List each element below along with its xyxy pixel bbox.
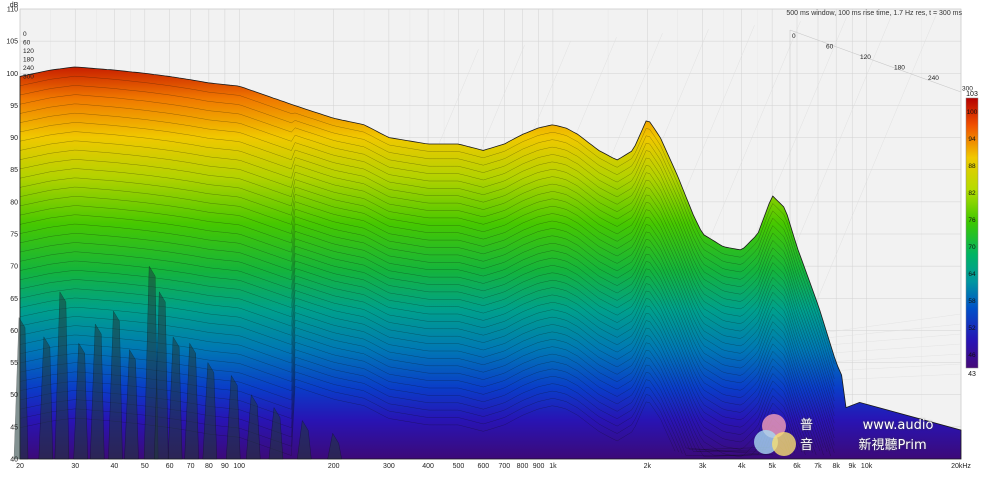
x-tick-label: 7k	[814, 463, 822, 470]
colorbar-tick: 58	[968, 298, 976, 305]
time-label-back: 60	[826, 44, 834, 51]
colorbar-tick: 76	[968, 217, 976, 224]
time-label-left: 300	[23, 74, 34, 81]
time-label-left: 0	[23, 31, 27, 38]
time-label-back: 240	[928, 75, 939, 82]
y-tick-label: 95	[10, 103, 18, 110]
colorbar-min: 43	[968, 371, 976, 378]
y-tick-label: 80	[10, 199, 18, 206]
time-label-back: 120	[860, 54, 871, 61]
y-axis-unit: dB	[10, 2, 19, 9]
y-tick-label: 50	[10, 392, 18, 399]
measurement-info: 500 ms window, 100 ms rise time, 1.7 Hz …	[786, 10, 962, 17]
x-tick-label: 50	[141, 463, 149, 470]
time-label-left: 60	[23, 40, 31, 47]
x-tick-label: 400	[422, 463, 434, 470]
x-tick-label: 60	[166, 463, 174, 470]
y-tick-label: 60	[10, 328, 18, 335]
colorbar-max: 103	[966, 91, 978, 98]
x-tick-label: 9k	[849, 463, 857, 470]
waterfall-chart: 20 30 40 50 60 70 80 90 100 200 300 400 500 600 700 800…	[0, 0, 1000, 472]
watermark: 普 www.audio 音 新視聽Prim	[752, 412, 988, 458]
x-tick-label: 700	[498, 463, 510, 470]
y-tick-label: 105	[6, 39, 18, 46]
colorbar-tick: 94	[968, 136, 976, 143]
x-tick-label: 30	[71, 463, 79, 470]
x-tick-label: 3k	[699, 463, 707, 470]
watermark-text-1: 普 www.audio	[800, 418, 934, 433]
y-tick-label: 90	[10, 135, 18, 142]
x-tick-label: 100	[233, 463, 245, 470]
waterfall-svg: 20 30 40 50 60 70 80 90 100 200 300 400 500 600 700 800…	[6, 2, 979, 470]
y-tick-label: 75	[10, 232, 18, 239]
x-tick-label: 10k	[861, 463, 873, 470]
x-tick-label: 6k	[793, 463, 801, 470]
colorbar: 103 43 100 94 88 82 76 70 64 58 52 46	[965, 91, 979, 378]
x-tick-label: 900	[533, 463, 545, 470]
colorbar-tick: 46	[968, 352, 976, 359]
time-label-left: 120	[23, 48, 34, 55]
x-tick-label: 1k	[549, 463, 557, 470]
y-tick-label: 100	[6, 71, 18, 78]
colorbar-tick: 52	[968, 325, 976, 332]
colorbar-tick: 88	[968, 163, 976, 170]
colorbar-tick: 100	[967, 109, 978, 116]
colorbar-tick: 82	[968, 190, 976, 197]
y-tick-label: 70	[10, 264, 18, 271]
time-label-back: 180	[894, 65, 905, 72]
y-tick-label: 40	[10, 457, 18, 464]
x-tick-label: 80	[205, 463, 213, 470]
time-label-left: 180	[23, 57, 34, 64]
time-label-back: 0	[792, 33, 796, 40]
colorbar-tick: 64	[968, 271, 976, 278]
x-tick-label: 300	[383, 463, 395, 470]
x-tick-label: 8k	[832, 463, 840, 470]
colorbar-tick: 70	[968, 244, 976, 251]
x-tick-label: 40	[111, 463, 119, 470]
x-tick-label: 4k	[738, 463, 746, 470]
y-tick-label: 55	[10, 360, 18, 367]
x-tick-label: 500	[453, 463, 465, 470]
x-tick-label: 200	[328, 463, 340, 470]
x-tick-label: 70	[187, 463, 195, 470]
x-tick-label: 20	[16, 463, 24, 470]
y-tick-label: 85	[10, 167, 18, 174]
time-label-left: 240	[23, 65, 34, 72]
y-tick-label: 65	[10, 296, 18, 303]
x-tick-label: 5k	[768, 463, 776, 470]
x-tick-label: 90	[221, 463, 229, 470]
watermark-text-2: 音 新視聽Prim	[800, 438, 927, 453]
y-tick-label: 45	[10, 424, 18, 431]
x-tick-label: 800	[517, 463, 529, 470]
x-tick-label: 600	[477, 463, 489, 470]
x-tick-label: 2k	[644, 463, 652, 470]
x-tick-label: 20kHz	[951, 463, 971, 470]
